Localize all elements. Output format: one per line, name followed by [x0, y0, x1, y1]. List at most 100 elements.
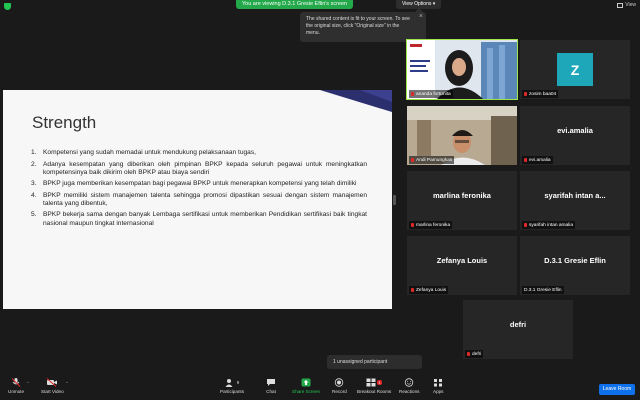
- top-bar: You are viewing D.3.1 Gresie Eflin's scr…: [0, 0, 640, 11]
- grid-icon: [617, 2, 624, 8]
- share-screen-button[interactable]: Share Screen: [292, 378, 320, 394]
- slide-item-number: 5.: [31, 211, 37, 219]
- breakout-rooms-label: Breakout Rooms: [357, 389, 392, 394]
- apps-button[interactable]: Apps: [433, 378, 443, 394]
- slide-item: 4. BPKP memiliki sistem manajemen talenta…: [31, 192, 367, 208]
- slide-item: 1. Kompetensi yang sudah memadai untuk me…: [31, 149, 367, 157]
- meeting-toolbar: Unmute ^ Start Video ^ 9 Participants Ch…: [0, 376, 640, 400]
- participant-label: evi.amalia: [522, 156, 553, 164]
- participant-label: syarifah intan amalia: [522, 221, 575, 229]
- participant-name: D.3.1 Gresie Eflin: [524, 287, 562, 293]
- participants-button[interactable]: 9 Participants: [220, 378, 244, 394]
- start-video-label: Start Video: [41, 389, 64, 394]
- participant-display-name: D.3.1 Gresie Eflin: [544, 256, 606, 265]
- participant-name: defri: [472, 351, 482, 357]
- viewing-notice: You are viewing D.3.1 Gresie Eflin's scr…: [236, 0, 354, 9]
- participant-tile-andi[interactable]: Andi Pamungkas: [407, 106, 517, 165]
- participant-tile-defri[interactable]: defri defri: [463, 300, 573, 359]
- slide-item: 2. Adanya kesempatan yang diberikan oleh …: [31, 161, 367, 177]
- participant-display-name: Zefanya Louis: [436, 256, 488, 265]
- participant-tile-evi[interactable]: evi.amalia evi.amalia: [520, 106, 630, 165]
- leave-room-button[interactable]: Leave Room: [599, 384, 635, 395]
- participant-name: marlina feronika: [416, 222, 451, 228]
- participant-label: ananda fortunita: [409, 90, 453, 98]
- participant-name: ananda fortunita: [416, 91, 451, 97]
- participant-display-name: marlina feronika: [433, 191, 491, 200]
- slide-item-number: 3.: [31, 180, 37, 188]
- apps-label: Apps: [433, 389, 444, 394]
- participant-tile-syarifah[interactable]: syarifah intan a... syarifah intan amali…: [520, 171, 630, 230]
- participants-count: 9: [236, 380, 240, 385]
- tooltip-arrow: [415, 8, 423, 12]
- view-button[interactable]: View: [617, 2, 636, 8]
- breakout-rooms-icon: [366, 378, 376, 387]
- unassigned-participant-notice[interactable]: 1 unassigned participant: [327, 355, 422, 369]
- slide-corner-accent: [320, 90, 392, 112]
- participant-name: zosim baa04: [529, 91, 557, 97]
- chat-button[interactable]: Chat: [266, 378, 276, 394]
- start-video-button[interactable]: Start Video: [41, 378, 64, 394]
- participant-tile-marlina[interactable]: marlina feronika marlina feronika: [407, 171, 517, 230]
- fit-screen-tooltip: The shared content is fit to your screen…: [300, 8, 426, 42]
- audio-options-caret[interactable]: ^: [27, 380, 29, 385]
- muted-mic-icon: [524, 92, 527, 96]
- breakout-badge: 1: [377, 380, 382, 385]
- slide-item: 3. BPKP juga memberikan kesempatan bagi p…: [31, 180, 367, 188]
- video-options-caret[interactable]: ^: [66, 380, 68, 385]
- apps-icon: [434, 379, 443, 387]
- participant-label: zosim baa04: [522, 90, 559, 98]
- participant-name: Zefanya Louis: [416, 287, 447, 293]
- slide-item-text: BPKP memiliki sistem manajemen talenta s…: [43, 191, 367, 207]
- record-button[interactable]: Record: [332, 378, 347, 394]
- slide-title: Strength: [32, 113, 97, 132]
- muted-mic-icon: [411, 223, 414, 227]
- participant-display-name: evi.amalia: [557, 126, 593, 135]
- view-options-label: View Options: [402, 1, 432, 7]
- muted-mic-icon: [411, 288, 414, 292]
- shared-screen: Strength 1. Kompetensi yang sudah memadai…: [3, 90, 392, 309]
- muted-mic-icon: [411, 158, 414, 162]
- chat-label: Chat: [266, 389, 276, 394]
- participant-label: D.3.1 Gresie Eflin: [522, 286, 564, 294]
- avatar: Z: [557, 53, 593, 86]
- participant-label: Andi Pamungkas: [409, 156, 455, 164]
- slide-list: 1. Kompetensi yang sudah memadai untuk me…: [31, 149, 367, 231]
- muted-mic-icon: [524, 158, 527, 162]
- unmute-button[interactable]: Unmute: [8, 378, 24, 394]
- participant-tile-zefanya[interactable]: Zefanya Louis Zefanya Louis: [407, 236, 517, 295]
- reactions-icon: [405, 378, 414, 387]
- muted-mic-icon: [411, 92, 414, 96]
- muted-mic-icon: [524, 223, 527, 227]
- share-screen-label: Share Screen: [292, 389, 321, 394]
- slide-item-number: 4.: [31, 191, 37, 199]
- participant-display-name: syarifah intan a...: [544, 191, 606, 200]
- muted-mic-icon: [467, 352, 470, 356]
- participants-label: Participants: [220, 389, 245, 394]
- participant-name: Andi Pamungkas: [416, 157, 453, 163]
- tooltip-text: The shared content is fit to your screen…: [306, 16, 410, 36]
- participant-label: defri: [465, 350, 484, 358]
- shield-icon[interactable]: [4, 3, 11, 10]
- reactions-button[interactable]: Reactions: [399, 378, 419, 394]
- participant-tile-ananda[interactable]: ananda fortunita: [406, 39, 518, 100]
- unmute-label: Unmute: [8, 389, 25, 394]
- participants-icon: [225, 379, 233, 387]
- breakout-rooms-button[interactable]: 1 Breakout Rooms: [357, 378, 391, 394]
- share-screen-icon: [301, 378, 311, 387]
- close-icon[interactable]: ×: [419, 13, 423, 20]
- view-label: View: [625, 2, 636, 8]
- slide-item-text: BPKP juga memberikan kesempatan bagi peg…: [43, 180, 357, 188]
- slide-item-number: 2.: [31, 160, 37, 168]
- participant-tile-zosim[interactable]: Z zosim baa04: [520, 40, 630, 99]
- slide-item: 5. BPKP bekerja sama dengan banyak Lembag…: [31, 211, 367, 227]
- participant-tile-gresie[interactable]: D.3.1 Gresie Eflin D.3.1 Gresie Eflin: [520, 236, 630, 295]
- participant-display-name: defri: [509, 320, 527, 329]
- record-icon: [335, 378, 344, 387]
- slide-item-number: 1.: [31, 149, 37, 156]
- slide-item-text: BPKP bekerja sama dengan banyak Lembaga …: [43, 211, 367, 227]
- participant-name: evi.amalia: [529, 157, 551, 163]
- slide-item-text: Kompetensi yang sudah memadai untuk mend…: [43, 149, 256, 156]
- panel-splitter-handle[interactable]: [393, 195, 396, 205]
- record-label: Record: [332, 389, 347, 394]
- participant-label: marlina feronika: [409, 221, 453, 229]
